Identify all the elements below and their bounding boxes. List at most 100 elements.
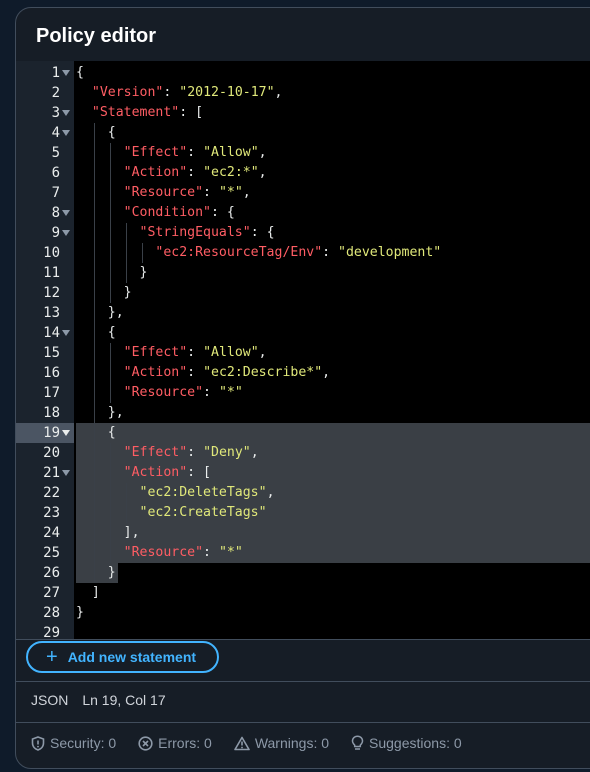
line-number: 7 bbox=[51, 185, 60, 201]
json-key: "StringEquals" bbox=[139, 225, 251, 240]
fold-toggle-icon[interactable] bbox=[62, 330, 70, 336]
json-punctuation: : { bbox=[250, 225, 275, 240]
line-number: 9 bbox=[51, 225, 60, 241]
validation-counts: Security: 0 Errors: 0 Warnings: 0 Sugges… bbox=[31, 735, 462, 751]
json-punctuation bbox=[76, 205, 124, 220]
line-number: 12 bbox=[43, 285, 60, 301]
line-number: 8 bbox=[51, 205, 60, 221]
code-line-row: 18 }, bbox=[16, 403, 590, 423]
json-punctuation bbox=[76, 85, 92, 100]
json-string: "Allow" bbox=[203, 145, 259, 160]
json-punctuation: { bbox=[76, 65, 84, 80]
json-key: "Action" bbox=[123, 465, 188, 480]
line-number: 21 bbox=[43, 465, 60, 481]
language-mode: JSON bbox=[31, 692, 69, 708]
fold-toggle-icon[interactable] bbox=[62, 430, 70, 436]
json-key: "Effect" bbox=[123, 345, 188, 360]
json-string: "*" bbox=[218, 545, 243, 560]
json-punctuation bbox=[76, 505, 140, 520]
json-punctuation bbox=[76, 105, 92, 120]
line-number: 28 bbox=[43, 605, 60, 621]
code-line-row: 13 }, bbox=[16, 303, 590, 323]
errors-count[interactable]: Errors: 0 bbox=[138, 735, 212, 751]
json-punctuation: : { bbox=[210, 205, 235, 220]
code-line-row: 10 "ec2:ResourceTag/Env": "development" bbox=[16, 243, 590, 263]
line-number: 24 bbox=[43, 525, 60, 541]
json-punctuation bbox=[76, 185, 124, 200]
json-punctuation: , bbox=[258, 345, 267, 360]
suggestions-count-label: Suggestions: 0 bbox=[369, 735, 462, 751]
json-punctuation bbox=[76, 445, 124, 460]
json-key: "Effect" bbox=[123, 145, 188, 160]
json-punctuation: }, bbox=[76, 305, 124, 320]
code-line: } bbox=[76, 263, 148, 283]
code-line: }, bbox=[76, 403, 124, 423]
json-punctuation: ], bbox=[76, 525, 140, 540]
code-line: "ec2:DeleteTags", bbox=[76, 483, 275, 503]
json-string: "ec2:*" bbox=[203, 165, 259, 180]
json-string: "2012-10-17" bbox=[179, 85, 275, 100]
code-line: "Version": "2012-10-17", bbox=[76, 83, 283, 103]
suggestions-count[interactable]: Suggestions: 0 bbox=[351, 735, 462, 751]
json-punctuation: { bbox=[76, 325, 116, 340]
fold-toggle-icon[interactable] bbox=[62, 110, 70, 116]
json-punctuation: , bbox=[274, 85, 283, 100]
json-punctuation bbox=[76, 485, 140, 500]
warning-icon bbox=[234, 736, 250, 750]
code-line-row: 16 "Action": "ec2:Describe*", bbox=[16, 363, 590, 383]
code-line: { bbox=[76, 423, 116, 443]
code-line-row: 23 "ec2:CreateTags" bbox=[16, 503, 590, 523]
code-line: } bbox=[76, 283, 132, 303]
json-punctuation: : bbox=[163, 85, 180, 100]
json-key: "Effect" bbox=[123, 445, 188, 460]
security-count-label: Security: 0 bbox=[50, 735, 117, 751]
add-new-statement-button[interactable]: + Add new statement bbox=[26, 641, 219, 673]
code-line: { bbox=[76, 63, 84, 83]
json-punctuation: : [ bbox=[187, 465, 211, 480]
json-string: "ec2:DeleteTags" bbox=[139, 485, 267, 500]
json-punctuation bbox=[76, 345, 124, 360]
lightbulb-icon bbox=[351, 735, 364, 750]
json-key: "Resource" bbox=[123, 385, 204, 400]
code-line-row: 3 "Statement": [ bbox=[16, 103, 590, 123]
code-line: "Condition": { bbox=[76, 203, 235, 223]
errors-count-label: Errors: 0 bbox=[158, 735, 212, 751]
code-editor[interactable]: 1{2 "Version": "2012-10-17", 3 "Statement… bbox=[16, 61, 590, 639]
plus-icon: + bbox=[46, 646, 58, 668]
code-line-row: 11 } bbox=[16, 263, 590, 283]
code-line: "Action": "ec2:Describe*", bbox=[76, 363, 330, 383]
json-key: "Resource" bbox=[123, 185, 204, 200]
json-key: "Action" bbox=[123, 365, 188, 380]
json-string: "*" bbox=[218, 185, 243, 200]
json-punctuation bbox=[76, 225, 140, 240]
code-line-row: 4 { bbox=[16, 123, 590, 143]
line-number: 22 bbox=[43, 485, 60, 501]
code-line: "Effect": "Deny", bbox=[76, 443, 259, 463]
fold-toggle-icon[interactable] bbox=[62, 70, 70, 76]
code-line-row: 27 ] bbox=[16, 583, 590, 603]
json-punctuation: } bbox=[76, 285, 132, 300]
code-line: "Action": "ec2:*", bbox=[76, 163, 267, 183]
fold-toggle-icon[interactable] bbox=[62, 210, 70, 216]
line-number: 15 bbox=[43, 345, 60, 361]
code-line: "Statement": [ bbox=[76, 103, 203, 123]
line-number: 20 bbox=[43, 445, 60, 461]
json-punctuation: : bbox=[203, 185, 219, 200]
fold-toggle-icon[interactable] bbox=[62, 230, 70, 236]
fold-toggle-icon[interactable] bbox=[62, 470, 70, 476]
code-line: "ec2:CreateTags" bbox=[76, 503, 267, 523]
json-punctuation bbox=[76, 465, 124, 480]
json-string: "ec2:CreateTags" bbox=[139, 505, 267, 520]
line-number: 14 bbox=[43, 325, 60, 341]
json-string: "development" bbox=[338, 245, 442, 260]
status-divider-top bbox=[16, 681, 590, 682]
security-count[interactable]: Security: 0 bbox=[31, 735, 116, 751]
json-string: "*" bbox=[218, 385, 243, 400]
line-number: 10 bbox=[43, 245, 60, 261]
code-line-row: 2 "Version": "2012-10-17", bbox=[16, 83, 590, 103]
warnings-count[interactable]: Warnings: 0 bbox=[234, 735, 329, 751]
fold-toggle-icon[interactable] bbox=[62, 130, 70, 136]
json-punctuation bbox=[76, 385, 124, 400]
code-line-row: 24 ], bbox=[16, 523, 590, 543]
code-line-row: 21 "Action": [ bbox=[16, 463, 590, 483]
